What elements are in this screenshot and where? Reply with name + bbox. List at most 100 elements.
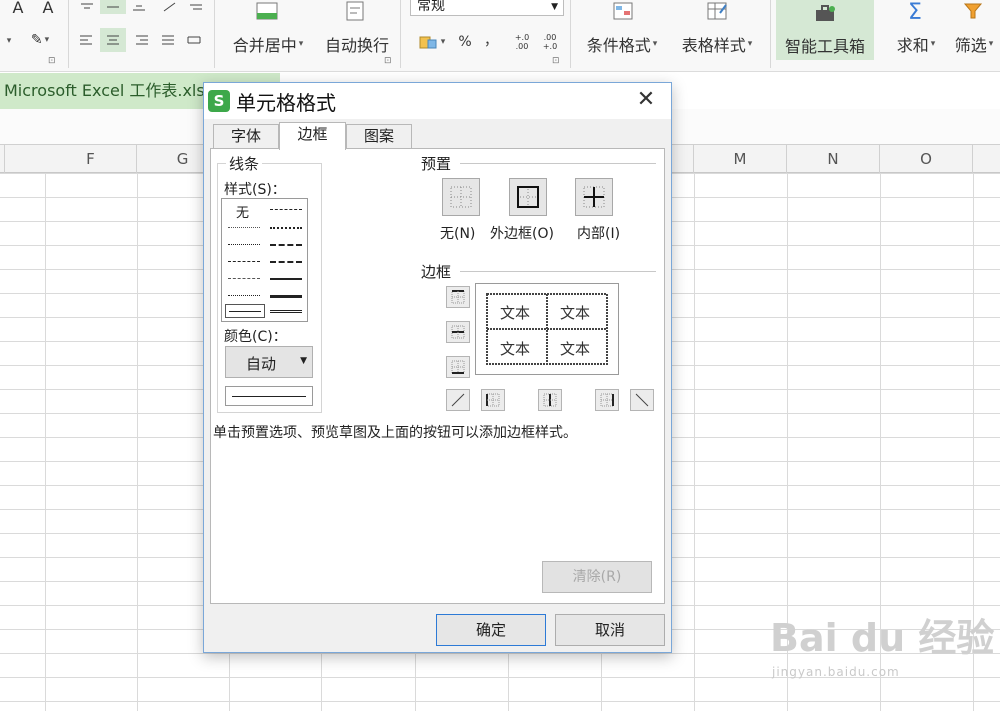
border-left-button[interactable] [481, 389, 505, 411]
preview-cell-text: 文本 [560, 340, 591, 358]
comma-label: ， [484, 33, 498, 49]
ok-button[interactable]: 确定 [436, 614, 546, 646]
filter-label: 筛选 [954, 36, 987, 55]
line-style-option[interactable] [228, 278, 260, 279]
line-style-option[interactable] [228, 295, 260, 296]
indent-icon[interactable] [186, 0, 206, 14]
wrap-text-icon[interactable] [342, 0, 368, 22]
wrap-text-button[interactable]: 自动换行 [320, 32, 394, 56]
line-style-none[interactable]: 无 [236, 202, 249, 221]
preset-inside-button[interactable] [575, 178, 613, 216]
app-icon: S [208, 90, 230, 112]
number-format-select[interactable]: 常规 ▼ [410, 0, 564, 16]
font-size-increase-button[interactable]: A [6, 0, 30, 17]
dialog-title: 单元格格式 [236, 91, 336, 115]
table-style-button[interactable]: 表格样式 ▾ [672, 32, 762, 56]
currency-icon[interactable]: ▾ [414, 32, 450, 52]
border-right-button[interactable] [595, 389, 619, 411]
tab-font[interactable]: 字体 [213, 124, 279, 148]
hint-text: 单击预置选项、预览草图及上面的按钮可以添加边框样式。 [213, 425, 577, 441]
filter-button[interactable]: 筛选 ▾ [948, 32, 1000, 56]
color-select-value: 自动 [246, 355, 277, 373]
align-center-icon[interactable] [100, 28, 126, 52]
increase-decimal-button[interactable]: +.0 .00 [510, 32, 534, 52]
chevron-down-icon: ▼ [551, 2, 558, 12]
border-bottom-button[interactable] [446, 356, 470, 378]
ok-button-label: 确定 [475, 621, 506, 639]
border-diagonal-up-button[interactable] [446, 389, 470, 411]
number-format-value: 常规 [417, 0, 445, 14]
preset-inside-label: 内部(I) [577, 226, 621, 242]
preset-none-icon [450, 186, 472, 208]
line-style-selected[interactable] [225, 304, 265, 318]
align-middle-icon[interactable] [100, 0, 126, 14]
clear-format-icon[interactable]: ✎ ▾ [24, 30, 56, 50]
line-style-list[interactable]: 无 [221, 198, 308, 322]
merge-center-icon[interactable] [254, 0, 280, 22]
line-style-option[interactable] [270, 278, 302, 280]
smart-toolbox-button[interactable]: 智能工具箱 [776, 0, 874, 60]
line-style-option[interactable] [270, 310, 302, 313]
align-left-icon[interactable] [76, 30, 96, 50]
border-middle-horizontal-button[interactable] [446, 321, 470, 343]
border-middle-vertical-button[interactable] [538, 389, 562, 411]
column-header-e[interactable]: E [0, 145, 5, 173]
comma-style-button[interactable]: ， [482, 30, 500, 50]
chevron-down-icon[interactable]: ▾ [0, 32, 16, 50]
border-diagonal-down-button[interactable] [630, 389, 654, 411]
distributed-icon[interactable] [184, 30, 204, 50]
column-header-o[interactable]: O [880, 145, 973, 173]
toolbox-icon [816, 5, 835, 21]
line-style-option[interactable] [270, 261, 302, 263]
column-header-m[interactable]: M [694, 145, 787, 173]
line-style-option[interactable] [270, 244, 302, 246]
alignment-launcher-icon[interactable]: ⊡ [384, 56, 392, 66]
column-header-n[interactable]: N [787, 145, 880, 173]
preset-outline-button[interactable] [509, 178, 547, 216]
clear-button[interactable]: 清除(R) [542, 561, 652, 593]
line-style-option[interactable] [270, 295, 302, 298]
preset-none-label: 无(N) [440, 226, 476, 242]
line-style-option[interactable] [228, 244, 260, 245]
sum-icon[interactable]: Σ [900, 0, 930, 25]
font-size-increase-label: A [12, 0, 24, 17]
conditional-format-button[interactable]: 条件格式 ▾ [578, 32, 666, 56]
preset-inside-icon [583, 186, 605, 208]
table-style-label: 表格样式 [681, 36, 746, 55]
decrease-decimal-button[interactable]: .00 +.0 [538, 32, 562, 52]
decrease-decimal-label: .00 +.0 [542, 33, 558, 51]
preset-outline-icon [517, 186, 539, 208]
border-preview[interactable]: 文本 文本 文本 文本 [475, 283, 619, 375]
border-top-button[interactable] [446, 286, 470, 308]
font-launcher-icon[interactable]: ⊡ [48, 56, 56, 66]
preset-none-button[interactable] [442, 178, 480, 216]
align-bottom-icon[interactable] [130, 0, 148, 14]
sum-button[interactable]: 求和 ▾ [890, 32, 942, 56]
line-style-option[interactable] [270, 209, 302, 210]
tab-border[interactable]: 边框 [279, 122, 346, 150]
line-style-option[interactable] [270, 227, 302, 229]
align-top-icon[interactable] [78, 0, 96, 14]
cancel-button[interactable]: 取消 [555, 614, 665, 646]
column-header-f[interactable]: F [45, 145, 137, 173]
dialog-title-bar[interactable]: S 单元格格式 ✕ [204, 83, 671, 119]
line-style-option[interactable] [228, 261, 260, 262]
table-style-icon[interactable] [704, 0, 730, 22]
close-button[interactable]: ✕ [633, 87, 659, 113]
color-select[interactable]: 自动 ▼ [225, 346, 313, 378]
tab-pattern[interactable]: 图案 [346, 124, 412, 148]
cancel-button-label: 取消 [594, 621, 625, 639]
smart-toolbox-label: 智能工具箱 [784, 37, 865, 56]
orientation-icon[interactable] [160, 0, 180, 14]
filter-icon[interactable] [960, 0, 986, 22]
font-size-decrease-button[interactable]: A [36, 0, 60, 17]
align-right-icon[interactable] [132, 30, 152, 50]
border-top-icon [451, 290, 465, 304]
conditional-format-icon[interactable] [610, 0, 636, 22]
justify-icon[interactable] [158, 30, 178, 50]
number-launcher-icon[interactable]: ⊡ [552, 56, 560, 66]
border-preview-grid [486, 293, 608, 365]
merge-center-button[interactable]: 合并居中 ▾ [226, 32, 310, 56]
percent-button[interactable]: % [454, 32, 476, 52]
line-style-option[interactable] [228, 227, 260, 228]
